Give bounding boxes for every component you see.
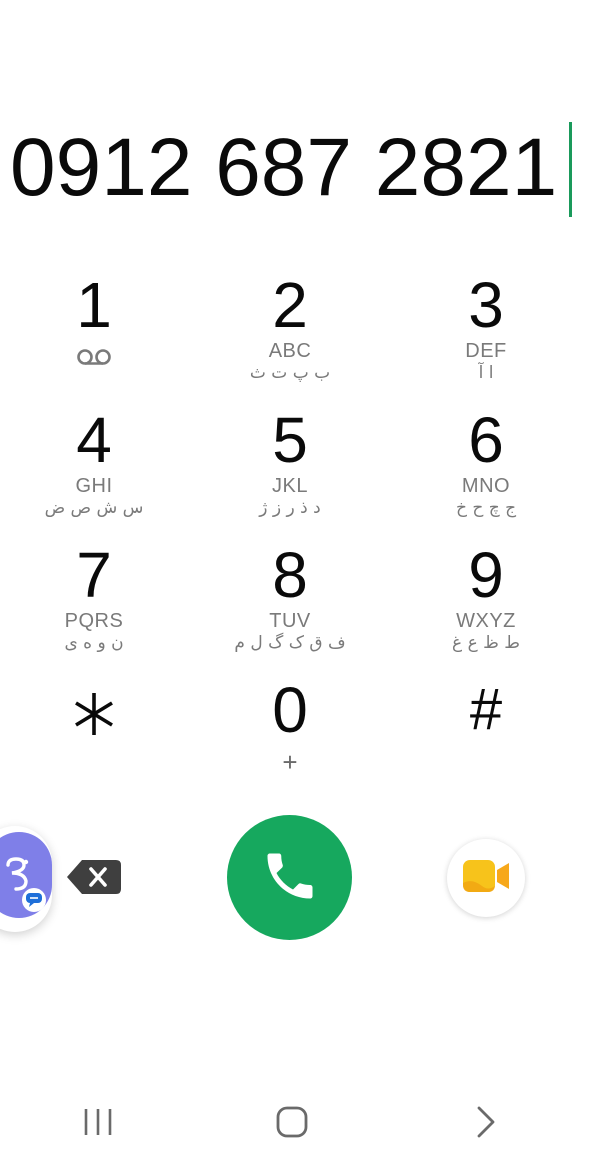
key-persian-letters: س ش ص ض <box>44 498 144 518</box>
phone-icon <box>260 846 320 910</box>
key-digit: 8 <box>272 539 308 611</box>
key-digit: 3 <box>468 269 504 341</box>
back-icon <box>475 1105 497 1143</box>
dialer-screen: 0912 687 2821 1 2 ABC ب پ ت ث 3 DEF ا آ <box>0 0 610 1166</box>
key-digit: 4 <box>76 404 112 476</box>
recents-button[interactable] <box>68 1102 128 1146</box>
key-1[interactable]: 1 <box>0 270 192 405</box>
number-display[interactable]: 0912 687 2821 <box>0 118 610 218</box>
key-persian-letters: ج چ ح خ <box>455 498 517 518</box>
key-digit: 9 <box>468 539 504 611</box>
video-call-icon <box>460 856 512 900</box>
key-digit: 2 <box>272 269 308 341</box>
key-letters: ABC <box>268 340 312 362</box>
key-6[interactable]: 6 MNO ج چ ح خ <box>388 405 584 540</box>
backspace-button[interactable] <box>66 858 122 896</box>
key-hash[interactable]: # <box>388 675 584 810</box>
video-call-button[interactable] <box>447 839 525 917</box>
key-plus-label: + <box>282 747 298 777</box>
key-star[interactable] <box>0 675 192 810</box>
call-button[interactable] <box>227 815 352 940</box>
key-digit: # <box>469 677 503 742</box>
key-9[interactable]: 9 WXYZ ط ظ ع غ <box>388 540 584 675</box>
key-5[interactable]: 5 JKL د ذ ر ز ژ <box>192 405 388 540</box>
backspace-icon <box>66 860 122 900</box>
key-3[interactable]: 3 DEF ا آ <box>388 270 584 405</box>
key-0[interactable]: 0 + <box>192 675 388 810</box>
dialed-number[interactable]: 0912 687 2821 <box>10 122 557 214</box>
message-badge-icon <box>22 888 46 912</box>
key-digit: 0 <box>272 674 308 746</box>
key-letters: GHI <box>75 475 113 497</box>
key-2[interactable]: 2 ABC ب پ ت ث <box>192 270 388 405</box>
key-digit: 6 <box>468 404 504 476</box>
home-icon <box>275 1105 309 1143</box>
asterisk-icon <box>74 691 114 741</box>
key-letters: WXYZ <box>456 610 516 632</box>
key-persian-letters: ط ظ ع غ <box>452 633 520 653</box>
back-button[interactable] <box>456 1102 516 1146</box>
key-7[interactable]: 7 PQRS ن و ه ی <box>0 540 192 675</box>
key-digit: 1 <box>76 269 112 341</box>
key-digit: 5 <box>272 404 308 476</box>
system-navigation-bar <box>0 1080 610 1166</box>
dial-keypad: 1 2 ABC ب پ ت ث 3 DEF ا آ 4 GHI س ش ص ض <box>0 270 610 775</box>
recents-icon <box>82 1106 114 1142</box>
key-persian-letters: ف ق ک گ ل م <box>234 633 346 653</box>
key-persian-letters: د ذ ر ز ژ <box>259 498 321 518</box>
key-persian-letters: ن و ه ی <box>64 633 124 653</box>
key-letters: TUV <box>269 610 311 632</box>
key-letters: MNO <box>461 475 511 497</box>
key-persian-letters: ا آ <box>478 363 494 383</box>
key-4[interactable]: 4 GHI س ش ص ض <box>0 405 192 540</box>
voicemail-icon <box>76 346 112 372</box>
key-8[interactable]: 8 TUV ف ق ک گ ل م <box>192 540 388 675</box>
floating-chat-bubble[interactable] <box>0 826 52 932</box>
key-letters: DEF <box>465 340 507 362</box>
text-cursor <box>569 122 572 217</box>
key-letters: JKL <box>272 475 308 497</box>
key-letters: PQRS <box>64 610 124 632</box>
key-persian-letters: ب پ ت ث <box>249 363 331 383</box>
home-button[interactable] <box>262 1102 322 1146</box>
key-digit: 7 <box>76 539 112 611</box>
